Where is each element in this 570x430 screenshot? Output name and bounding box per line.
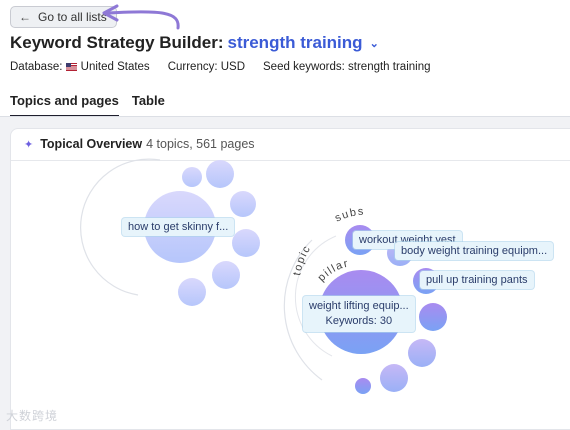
- cluster-1-sub-bubble[interactable]: [230, 191, 256, 217]
- arc-label-topic: topic: [291, 243, 313, 277]
- sub-label-pull-up-training-pants[interactable]: pull up training pants: [420, 271, 534, 289]
- cluster-1-sub-bubble[interactable]: [182, 167, 202, 187]
- cluster-2-pillar-label[interactable]: weight lifting equip... Keywords: 30: [303, 296, 415, 332]
- arc-label-subs: subs: [333, 206, 365, 225]
- cluster-1-sub-bubble[interactable]: [232, 229, 260, 257]
- cluster-1-sub-bubble[interactable]: [206, 160, 234, 188]
- sub-label-body-weight-training[interactable]: body weight training equipm...: [395, 242, 554, 260]
- cluster-1-sub-bubble[interactable]: [212, 261, 240, 289]
- cluster-2-sub-bubble[interactable]: [408, 339, 436, 367]
- pillar-keyword-count: Keywords: 30: [325, 315, 393, 327]
- cluster-1-pillar-label[interactable]: how to get skinny f...: [122, 218, 235, 236]
- topic-bubble-graph: topic subs pillar: [80, 158, 447, 394]
- cluster-1-sub-bubble[interactable]: [178, 278, 206, 306]
- cluster-2-sub-bubble[interactable]: [355, 378, 371, 394]
- watermark: 大数跨境: [6, 409, 59, 423]
- cluster-2-sub-bubble[interactable]: [380, 364, 408, 392]
- pillar-keyword-label: weight lifting equip...: [309, 300, 409, 312]
- cluster-2-sub-bubble[interactable]: [419, 303, 447, 331]
